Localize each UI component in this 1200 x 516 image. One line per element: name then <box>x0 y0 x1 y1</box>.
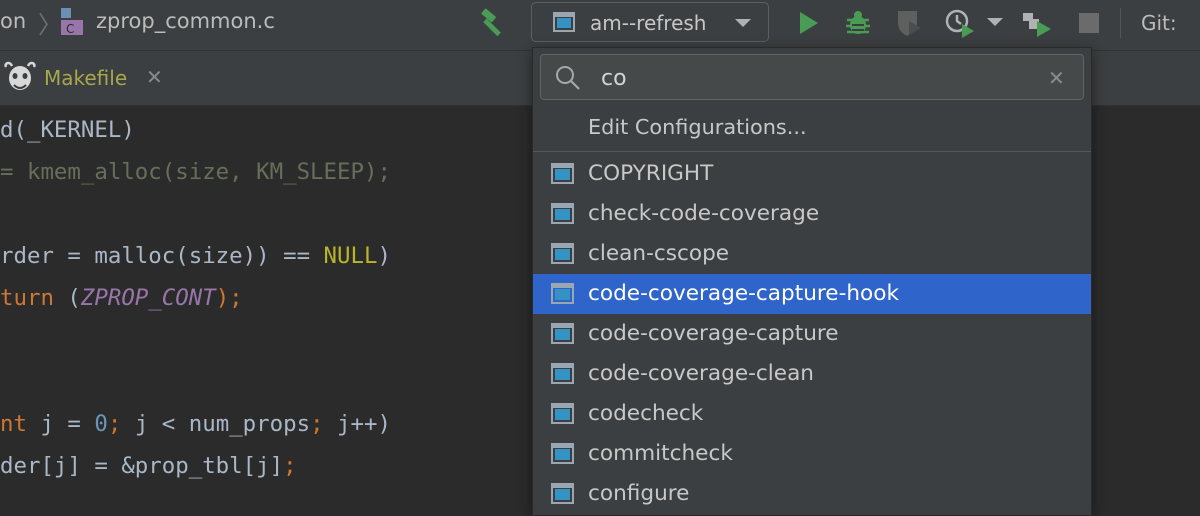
config-list-item-label: codecheck <box>588 401 704 426</box>
config-list-item[interactable]: clean-cscope <box>533 234 1091 274</box>
stop-icon[interactable] <box>1073 7 1105 39</box>
config-list-item[interactable]: code-coverage-capture <box>533 314 1091 354</box>
main-toolbar: on 〉 C zprop_common.c am--refresh Git: <box>0 0 1200 51</box>
config-list-item-label: check-code-coverage <box>588 201 820 226</box>
debug-icon[interactable] <box>842 7 874 39</box>
config-list-item[interactable]: commitcheck <box>533 434 1091 474</box>
code-line: turn (ZPROP_CONT); <box>0 278 243 318</box>
git-label[interactable]: Git: <box>1141 11 1177 35</box>
code-token: = kmem_alloc(size, KM_SLEEP); <box>0 159 391 185</box>
config-list-item[interactable]: COPYRIGHT <box>533 154 1091 194</box>
code-token: nt <box>0 411 41 437</box>
c-file-icon: C <box>61 8 83 36</box>
config-list-item-label: clean-cscope <box>588 241 730 266</box>
run-config-icon <box>549 363 575 389</box>
config-list-item[interactable]: code-coverage-clean <box>533 354 1091 394</box>
run-icon[interactable] <box>792 7 824 39</box>
code-token: ) <box>377 243 391 269</box>
gnu-makefile-icon <box>4 61 36 90</box>
breadcrumb-parent[interactable]: on <box>0 9 26 33</box>
code-token: ; <box>107 411 135 437</box>
code-token: ; <box>310 411 338 437</box>
code-line: rder = malloc(size)) == NULL) <box>0 236 391 276</box>
popup-divider <box>533 151 1091 152</box>
code-token: j = <box>40 411 95 437</box>
search-icon <box>556 66 580 90</box>
code-line: = kmem_alloc(size, KM_SLEEP); <box>0 152 391 192</box>
code-token: d(_KERNEL) <box>0 117 135 143</box>
breadcrumb-file[interactable]: zprop_common.c <box>96 9 275 33</box>
run-config-icon <box>549 163 575 189</box>
config-list-item[interactable]: codecheck <box>533 394 1091 434</box>
code-line: nt j = 0; j < num_props; j++) <box>0 404 391 444</box>
run-config-label: am--refresh <box>590 11 707 35</box>
run-configurations-popup: ✕ Edit Configurations... COPYRIGHT check-… <box>532 47 1092 516</box>
tab-makefile[interactable]: Makefile <box>44 66 127 90</box>
run-config-icon <box>549 203 575 229</box>
toolbar-divider <box>1120 8 1121 38</box>
config-list-item-label: code-coverage-clean <box>588 361 814 386</box>
file-icon-letter: C <box>66 22 74 36</box>
edit-configurations-item[interactable]: Edit Configurations... <box>588 115 807 139</box>
code-line: der[j] = &prop_tbl[j]; <box>0 446 297 486</box>
config-list-item-label: commitcheck <box>588 441 733 466</box>
code-token: j++) <box>337 411 391 437</box>
run-config-icon <box>549 403 575 429</box>
code-token: ; <box>283 453 297 479</box>
run-config-icon <box>549 483 575 509</box>
config-list-item[interactable]: check-code-coverage <box>533 194 1091 234</box>
config-list-item[interactable]: configure <box>533 474 1091 514</box>
code-token: 0 <box>94 411 108 437</box>
code-token: j < num_props <box>134 411 311 437</box>
code-token: NULL <box>323 243 378 269</box>
code-token: ( <box>67 285 81 311</box>
code-token: ); <box>215 285 243 311</box>
config-list-item[interactable]: code-coverage-capture-hook <box>533 274 1091 314</box>
tab-close-icon[interactable]: ✕ <box>146 65 163 89</box>
code-token: rder = malloc(size)) == <box>0 243 324 269</box>
code-token: turn <box>0 285 68 311</box>
config-search-box[interactable]: ✕ <box>540 54 1084 100</box>
profile-icon[interactable] <box>944 7 976 39</box>
breadcrumb-separator: 〉 <box>38 11 62 39</box>
clear-search-icon[interactable]: ✕ <box>1048 66 1065 90</box>
attach-icon[interactable] <box>1021 7 1053 39</box>
code-line: d(_KERNEL) <box>0 110 135 150</box>
run-config-selector[interactable]: am--refresh <box>531 2 769 42</box>
chevron-down-icon <box>735 19 751 27</box>
code-token: ZPROP_CONT <box>80 285 216 311</box>
run-config-icon <box>553 12 575 32</box>
profile-dropdown-chevron-icon[interactable] <box>986 13 1004 31</box>
config-list-item-label: code-coverage-capture-hook <box>588 281 899 306</box>
coverage-icon[interactable] <box>893 7 925 39</box>
config-list-item-label: COPYRIGHT <box>588 161 714 186</box>
run-config-icon <box>549 243 575 269</box>
build-hammer-icon[interactable] <box>476 7 508 39</box>
run-config-icon <box>549 283 575 309</box>
config-search-input[interactable] <box>599 61 1043 95</box>
config-list-item-label: code-coverage-capture <box>588 321 839 346</box>
run-config-icon <box>549 323 575 349</box>
run-config-icon <box>549 443 575 469</box>
config-list-item-label: configure <box>588 481 690 506</box>
code-token: der[j] = &prop_tbl[j] <box>0 453 284 479</box>
